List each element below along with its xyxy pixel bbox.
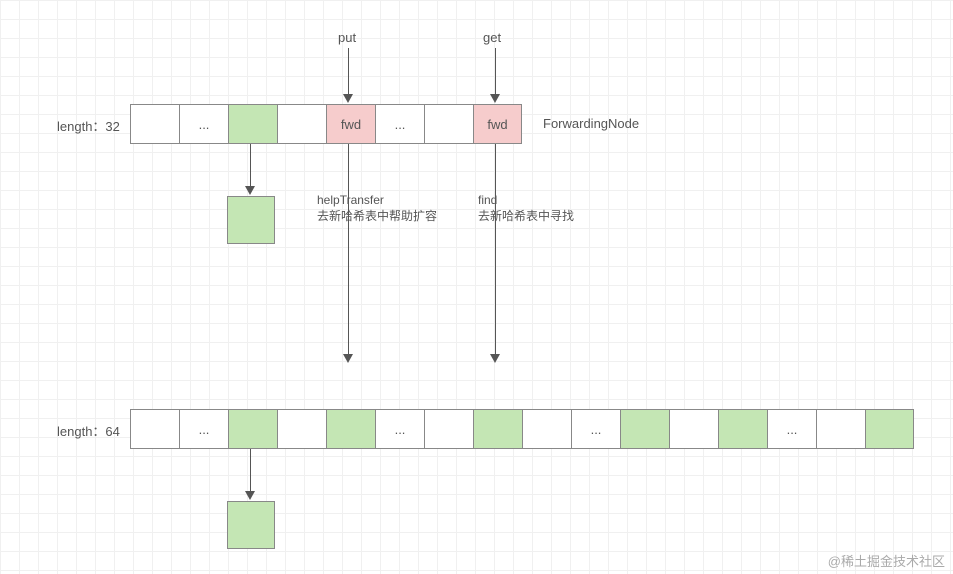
- arrow-node32-line: [250, 144, 251, 186]
- label-put: put: [338, 30, 356, 45]
- row64-cell-14: [816, 409, 865, 449]
- arrow-helptransfer-head: [343, 354, 353, 363]
- row64-cell-6: [424, 409, 473, 449]
- arrow-put-head: [343, 94, 353, 103]
- row64-cell-0: [130, 409, 179, 449]
- array-row-32: ...fwd...fwd: [130, 104, 522, 144]
- row32-cell-1: ...: [179, 104, 228, 144]
- label-helptransfer: helpTransfer 去新哈希表中帮助扩容: [317, 193, 437, 224]
- row32-cell-5: ...: [375, 104, 424, 144]
- row32-cell-0: [130, 104, 179, 144]
- arrow-helptransfer-line: [348, 144, 349, 354]
- row32-cell-6: [424, 104, 473, 144]
- row64-cell-7: [473, 409, 522, 449]
- label-forwarding-node: ForwardingNode: [543, 116, 639, 131]
- linked-node-64: [227, 501, 275, 549]
- find-title: find: [478, 193, 574, 209]
- watermark: @稀土掘金技术社区: [828, 551, 945, 570]
- row64-cell-5: ...: [375, 409, 424, 449]
- row32-cell-4: fwd: [326, 104, 375, 144]
- row32-cell-7: fwd: [473, 104, 522, 144]
- row32-cell-3: [277, 104, 326, 144]
- arrow-node64-line: [250, 449, 251, 491]
- arrow-find-head: [490, 354, 500, 363]
- label-get: get: [483, 30, 501, 45]
- arrow-node64-head: [245, 491, 255, 500]
- helptransfer-sub: 去新哈希表中帮助扩容: [317, 209, 437, 225]
- arrow-node32-head: [245, 186, 255, 195]
- label-length-32: length：32: [57, 116, 120, 135]
- arrow-find-line: [495, 144, 496, 354]
- label-length-64: length：64: [57, 421, 120, 440]
- row32-cell-2: [228, 104, 277, 144]
- arrow-get-head: [490, 94, 500, 103]
- row64-cell-2: [228, 409, 277, 449]
- row64-cell-9: ...: [571, 409, 620, 449]
- grid-background: [0, 0, 953, 574]
- row64-cell-4: [326, 409, 375, 449]
- label-find: find 去新哈希表中寻找: [478, 193, 574, 224]
- row64-cell-1: ...: [179, 409, 228, 449]
- arrow-get-line: [495, 48, 496, 94]
- arrow-put-line: [348, 48, 349, 94]
- row64-cell-8: [522, 409, 571, 449]
- row64-cell-15: [865, 409, 914, 449]
- row64-cell-3: [277, 409, 326, 449]
- row64-cell-10: [620, 409, 669, 449]
- helptransfer-title: helpTransfer: [317, 193, 437, 209]
- linked-node-32: [227, 196, 275, 244]
- row64-cell-11: [669, 409, 718, 449]
- array-row-64: ............: [130, 409, 914, 449]
- row64-cell-12: [718, 409, 767, 449]
- find-sub: 去新哈希表中寻找: [478, 209, 574, 225]
- row64-cell-13: ...: [767, 409, 816, 449]
